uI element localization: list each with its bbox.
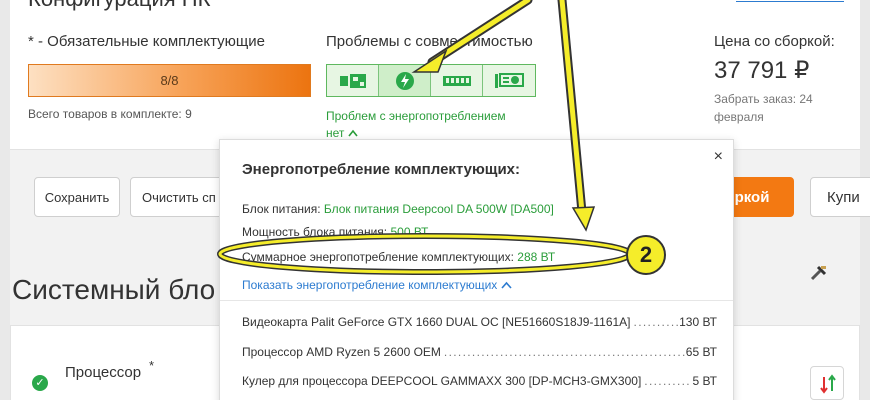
sort-arrows-icon — [820, 374, 836, 394]
sort-button[interactable] — [810, 366, 844, 400]
motherboard-icon[interactable] — [327, 65, 379, 96]
total-power-row: Суммарное энергопотребление комплектующи… — [242, 250, 555, 264]
buy-button[interactable]: Купи — [810, 177, 870, 217]
show-power-link[interactable]: Показать энергопотребление комплектующих — [242, 278, 512, 292]
dot-leader — [631, 315, 680, 329]
progress-text: 8/8 — [160, 73, 179, 88]
power-detail-row: Процессор AMD Ryzen 5 2600 OEM 65 ВТ — [242, 345, 717, 359]
power-icon[interactable] — [379, 65, 431, 96]
psu-link[interactable]: Блок питания Deepcool DA 500W [DA500] — [324, 202, 554, 216]
popup-divider — [220, 300, 733, 301]
total-power-value: 288 ВТ — [517, 250, 556, 264]
power-detail-row: Видеокарта Palit GeForce GTX 1660 DUAL O… — [242, 315, 717, 329]
psu-power-label: Мощность блока питания: — [242, 225, 391, 239]
total-items-text: Всего товаров в комплекте: 9 — [28, 107, 192, 121]
required-star: * — [149, 358, 155, 373]
required-components-label: * - Обязательные комплектующие — [28, 33, 265, 50]
summary-panel: Конфигурация ПК * - Обязательные комплек… — [10, 0, 860, 150]
chevron-up-icon — [501, 278, 512, 292]
tools-icon[interactable] — [810, 265, 828, 286]
save-button[interactable]: Сохранить — [34, 177, 120, 217]
page-title-cut: Конфигурация ПК — [28, 0, 210, 12]
detail-name: Кулер для процессора DEEPCOOL GAMMAXX 30… — [242, 374, 642, 388]
psu-row: Блок питания: Блок питания Deepcool DA 5… — [242, 202, 554, 216]
section-title: Системный бло — [12, 274, 216, 305]
ram-icon[interactable] — [431, 65, 483, 96]
dot-leader — [641, 374, 692, 388]
show-power-text: Показать энергопотребление комплектующих — [242, 278, 498, 292]
components-progress-bar: 8/8 — [28, 64, 311, 97]
annotation-badge: 2 — [626, 235, 666, 275]
processor-label: Процессор — [65, 364, 142, 381]
detail-value: 5 ВТ — [692, 374, 717, 388]
power-detail-row: Кулер для процессора DEEPCOOL GAMMAXX 30… — [242, 374, 717, 388]
compatibility-label: Проблемы с совместимостью — [326, 33, 533, 50]
detail-name: Процессор AMD Ryzen 5 2600 OEM — [242, 345, 441, 359]
detail-value: 65 ВТ — [685, 345, 717, 359]
price-value: 37 791 ₽ — [714, 57, 810, 84]
power-compatibility-link[interactable]: Проблем с энергопотреблением нет — [326, 108, 526, 142]
psu-power-value: 500 ВТ — [390, 225, 429, 239]
compatibility-icons — [326, 64, 536, 97]
detail-name: Видеокарта Palit GeForce GTX 1660 DUAL O… — [242, 315, 631, 329]
pickup-date: Забрать заказ: 24 февраля — [714, 92, 813, 124]
psu-power-row: Мощность блока питания: 500 ВТ — [242, 225, 428, 239]
check-icon: ✓ — [32, 375, 48, 391]
header-link-cut[interactable] — [736, 0, 844, 2]
close-icon[interactable]: × — [714, 148, 723, 166]
detail-value: 130 ВТ — [679, 315, 717, 329]
popup-title: Энергопотребление комплектующих: — [242, 161, 521, 178]
dot-leader — [441, 345, 686, 359]
price-label: Цена со сборкой: — [714, 33, 835, 50]
total-power-label: Суммарное энергопотребление комплектующи… — [242, 250, 518, 264]
psu-label: Блок питания: — [242, 202, 324, 216]
gpu-icon[interactable] — [483, 65, 535, 96]
